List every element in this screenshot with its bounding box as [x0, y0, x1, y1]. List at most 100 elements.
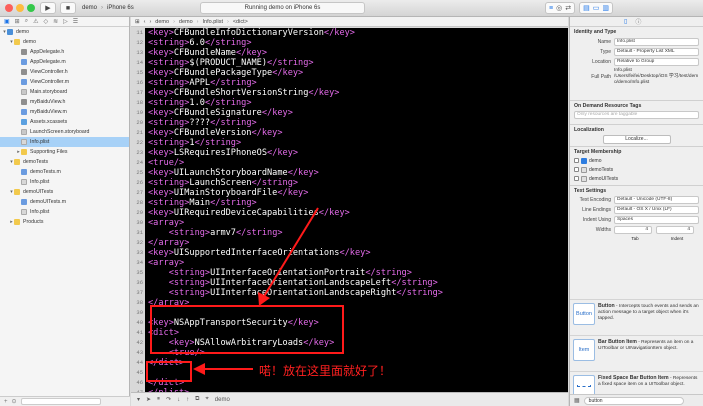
- name-row: Name Info.plist: [570, 37, 703, 47]
- navigator-item[interactable]: myBaiduView.h: [0, 97, 129, 107]
- type-label: Type: [600, 49, 611, 55]
- view-hierarchy-icon[interactable]: ⧉: [195, 396, 199, 403]
- filter-icon[interactable]: ⊙: [12, 398, 17, 405]
- stop-button[interactable]: ■: [60, 2, 76, 14]
- add-icon[interactable]: +: [4, 399, 8, 405]
- breadcrumb-demo-folder[interactable]: demo: [179, 19, 193, 25]
- navigator-item[interactable]: Main.storyboard: [0, 87, 129, 97]
- step-over-icon[interactable]: ↷: [166, 396, 171, 403]
- navigator-item-label: ViewController.h: [30, 69, 68, 75]
- hide-debug-area-icon[interactable]: ▾: [137, 396, 140, 403]
- quick-help-icon[interactable]: ⓘ: [635, 17, 641, 26]
- name-field[interactable]: Info.plist: [614, 38, 699, 46]
- navigator-item[interactable]: ▸ Products: [0, 217, 129, 227]
- breadcrumb-demo-project[interactable]: demo: [155, 19, 169, 25]
- debug-navigator-icon[interactable]: ≋: [53, 18, 58, 25]
- breakpoints-toggle-icon[interactable]: ➤: [146, 396, 151, 403]
- tab-width-field[interactable]: 4: [614, 226, 652, 234]
- library-item-bar-button[interactable]: Item Bar Button Item - Represents an ite…: [570, 335, 703, 371]
- find-navigator-icon[interactable]: ⌕: [25, 18, 28, 25]
- navigator-item[interactable]: demoTests.m: [0, 167, 129, 177]
- breadcrumb-element[interactable]: <dict>: [233, 19, 248, 25]
- debug-toggle-icon[interactable]: ▭: [593, 4, 600, 12]
- navigator-item-label: Info.plist: [30, 179, 50, 185]
- type-select[interactable]: Default - Property List XML: [614, 48, 699, 56]
- close-window-button[interactable]: [5, 4, 13, 12]
- utilities-toggle-icon[interactable]: ▥: [602, 4, 609, 12]
- fullpath-row: Full Path /Users/feifei/Desktop/iOS 学习/t…: [570, 74, 703, 94]
- checkbox-icon[interactable]: [574, 176, 579, 181]
- navigator-item[interactable]: Info.plist: [0, 207, 129, 217]
- navigator-item[interactable]: ViewController.m: [0, 77, 129, 87]
- navigator-item-label: demo: [23, 39, 36, 45]
- navigator-item[interactable]: ▾ demo: [0, 27, 129, 37]
- line-endings-row: Line Endings Default - OS X / Unix (LF): [570, 205, 703, 215]
- view-toggle-segment[interactable]: ▤ ▭ ▥: [579, 2, 613, 14]
- navigator-item[interactable]: AppDelegate.m: [0, 57, 129, 67]
- toolbar: ▶ ■ demo › iPhone 6s Running demo on iPh…: [0, 0, 703, 17]
- back-icon[interactable]: ‹: [144, 19, 146, 25]
- zoom-window-button[interactable]: [27, 4, 35, 12]
- target-demo-checkbox[interactable]: demo: [570, 156, 703, 165]
- target-demouitests-checkbox[interactable]: demoUITests: [570, 174, 703, 183]
- run-button[interactable]: ▶: [40, 2, 56, 14]
- step-in-icon[interactable]: ↓: [177, 397, 180, 403]
- navigator-item[interactable]: Assets.xcassets: [0, 117, 129, 127]
- target-demo-label: demo: [589, 157, 602, 164]
- related-items-icon[interactable]: ⊞: [135, 19, 140, 25]
- report-navigator-icon[interactable]: ☰: [73, 18, 78, 25]
- navigator-item[interactable]: LaunchScreen.storyboard: [0, 127, 129, 137]
- symbol-navigator-icon[interactable]: ⊞: [15, 18, 20, 25]
- breadcrumb-file[interactable]: Info.plist: [203, 19, 223, 25]
- location-row: Location Relative to Group: [570, 57, 703, 67]
- indent-using-select[interactable]: Spaces: [614, 216, 699, 224]
- navigator-item[interactable]: myBaiduView.m: [0, 107, 129, 117]
- grid-view-icon[interactable]: ▦: [574, 397, 580, 404]
- location-icon[interactable]: ⌖: [205, 396, 208, 403]
- forward-icon[interactable]: ›: [149, 19, 151, 25]
- standard-editor-icon[interactable]: ≡: [549, 5, 553, 12]
- file-inspector-icon[interactable]: ▯: [624, 18, 627, 25]
- navigator-item[interactable]: ▾ demo: [0, 37, 129, 47]
- assistant-editor-icon[interactable]: ◎: [556, 4, 562, 12]
- navigator-item[interactable]: AppDelegate.h: [0, 47, 129, 57]
- checkbox-icon[interactable]: [574, 158, 579, 163]
- navigator-item-label: Assets.xcassets: [30, 119, 68, 125]
- sb-file-icon: [21, 89, 27, 95]
- minimize-window-button[interactable]: [16, 4, 24, 12]
- issue-navigator-icon[interactable]: ⚠: [33, 18, 38, 25]
- target-demotests-checkbox[interactable]: demoTests: [570, 165, 703, 174]
- location-select[interactable]: Relative to Group: [614, 58, 699, 66]
- step-out-icon[interactable]: ↑: [186, 397, 189, 403]
- navigator-item[interactable]: ▾ demoTests: [0, 157, 129, 167]
- encoding-select[interactable]: Default - Unicode (UTF-8): [614, 196, 699, 204]
- checkbox-icon[interactable]: [574, 167, 579, 172]
- navigator-toggle-icon[interactable]: ▤: [583, 4, 590, 12]
- pause-icon[interactable]: ⏸: [157, 396, 160, 403]
- line-endings-select[interactable]: Default - OS X / Unix (LF): [614, 206, 699, 214]
- navigator-filter-input[interactable]: [20, 398, 101, 405]
- indent-width-field[interactable]: 4: [656, 226, 694, 234]
- odr-tags-field[interactable]: Only resources are taggable: [574, 111, 699, 119]
- indent-caption: Indent: [670, 235, 684, 241]
- project-navigator-icon[interactable]: ▣: [4, 18, 10, 25]
- navigator-item[interactable]: ViewController.h: [0, 67, 129, 77]
- version-editor-icon[interactable]: ⇄: [565, 4, 571, 12]
- navigator-item[interactable]: demoUITests.m: [0, 197, 129, 207]
- object-library: Button Button - Intercepts touch events …: [570, 299, 703, 401]
- navigator-item[interactable]: Info.plist: [0, 137, 129, 147]
- localize-button[interactable]: Localize...: [602, 134, 671, 144]
- navigator-item-label: demo: [16, 29, 29, 35]
- scheme-selector[interactable]: demo › iPhone 6s: [82, 2, 134, 14]
- editor-mode-segment[interactable]: ≡ ◎ ⇄: [545, 2, 576, 14]
- navigator-item[interactable]: Info.plist: [0, 177, 129, 187]
- navigator-item-label: demoUITests: [23, 189, 54, 195]
- navigator-item-label: myBaiduView.m: [30, 109, 67, 115]
- library-item-button[interactable]: Button Button - Intercepts touch events …: [570, 299, 703, 335]
- breakpoint-navigator-icon[interactable]: ▷: [63, 18, 68, 25]
- navigator-item[interactable]: ▾ demoUITests: [0, 187, 129, 197]
- test-navigator-icon[interactable]: ◇: [43, 18, 48, 25]
- library-search-input[interactable]: button: [583, 396, 684, 405]
- source-editor[interactable]: 11 12 13 14 15 16 17 18 19 20 21 22 23 24 25 26 27 28 29 30…: [131, 28, 568, 392]
- navigator-item[interactable]: ▸ Supporting Files: [0, 147, 129, 157]
